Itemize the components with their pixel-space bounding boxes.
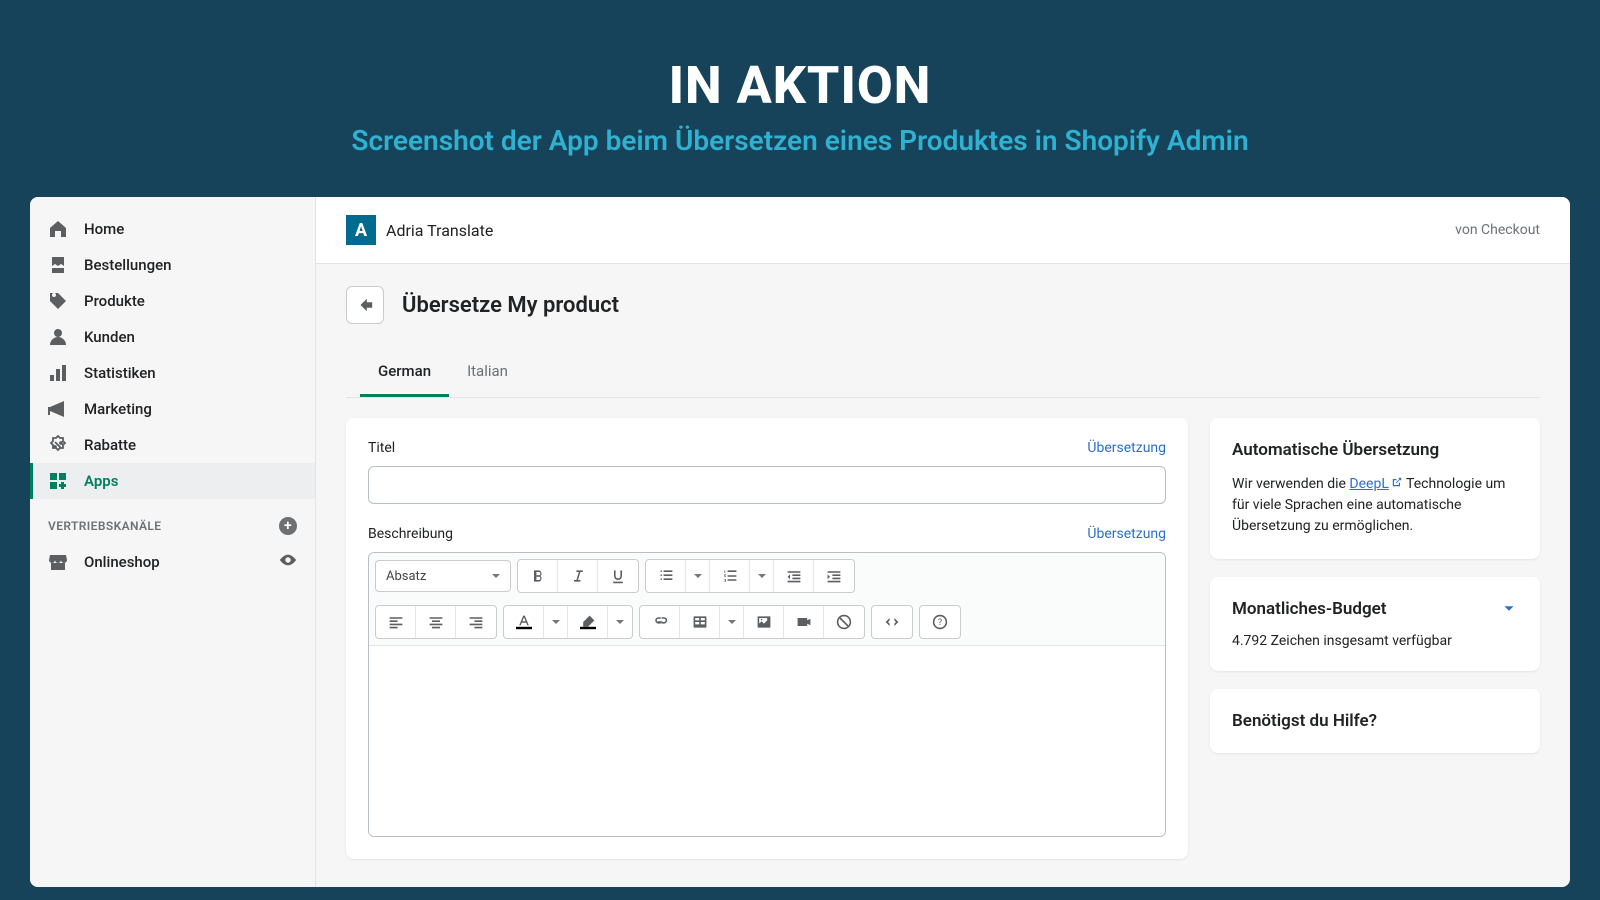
format-select[interactable]: Absatz (375, 560, 511, 592)
nav-products[interactable]: Produkte (30, 283, 315, 319)
language-tabs: German Italian (346, 348, 1540, 398)
nav-label: Rabatte (84, 436, 136, 454)
budget-text: 4.792 Zeichen insgesamt verfügbar (1232, 633, 1518, 649)
italic-button[interactable] (558, 560, 598, 592)
code-view-button[interactable] (872, 606, 912, 638)
nav-label: Produkte (84, 292, 145, 310)
deepl-link[interactable]: DeepL (1349, 476, 1402, 492)
store-icon (48, 552, 68, 572)
nav-discounts[interactable]: Rabatte (30, 427, 315, 463)
sidebar: Home Bestellungen Produkte Kunden Statis… (30, 197, 316, 887)
outdent-button[interactable] (774, 560, 814, 592)
nav-marketing[interactable]: Marketing (30, 391, 315, 427)
nav-apps[interactable]: Apps (30, 463, 315, 499)
apps-icon (48, 471, 68, 491)
rich-text-editor: Absatz (368, 552, 1166, 837)
discount-icon (48, 435, 68, 455)
svg-text:?: ? (938, 618, 942, 628)
align-left-button[interactable] (376, 606, 416, 638)
translate-description-link[interactable]: Übersetzung (1087, 526, 1166, 542)
nav-home[interactable]: Home (30, 211, 315, 247)
chevron-down-icon (1500, 600, 1518, 618)
video-button[interactable] (784, 606, 824, 638)
description-field-label: Beschreibung (368, 526, 453, 542)
app-name: Adria Translate (386, 221, 493, 240)
rte-content[interactable] (369, 646, 1165, 836)
clear-format-button[interactable] (824, 606, 864, 638)
align-center-button[interactable] (416, 606, 456, 638)
ol-button[interactable] (710, 560, 750, 592)
image-button[interactable] (744, 606, 784, 638)
hero-title: IN AKTION (0, 55, 1600, 116)
app-from: von Checkout (1455, 222, 1540, 238)
bg-color-button[interactable] (568, 606, 608, 638)
nav-label: Marketing (84, 400, 152, 418)
view-icon[interactable] (279, 551, 297, 573)
main-content: A Adria Translate von Checkout Übersetze… (316, 197, 1570, 887)
translate-title-link[interactable]: Übersetzung (1087, 440, 1166, 456)
auto-translation-text: Wir verwenden die DeepL Technologie um f… (1232, 474, 1518, 537)
orders-icon (48, 255, 68, 275)
nav-orders[interactable]: Bestellungen (30, 247, 315, 283)
megaphone-icon (48, 399, 68, 419)
auto-translation-card: Automatische Übersetzung Wir verwenden d… (1210, 418, 1540, 559)
bg-color-dropdown[interactable] (608, 606, 632, 638)
channels-header: VERTRIEBSKANÄLE + (30, 499, 315, 543)
title-input[interactable] (368, 466, 1166, 504)
channel-onlineshop[interactable]: Onlineshop (30, 543, 315, 581)
person-icon (48, 327, 68, 347)
nav-customers[interactable]: Kunden (30, 319, 315, 355)
nav-label: Statistiken (84, 364, 156, 382)
tag-icon (48, 291, 68, 311)
help-button[interactable]: ? (920, 606, 960, 638)
ul-button[interactable] (646, 560, 686, 592)
add-channel-button[interactable]: + (279, 517, 297, 535)
budget-card: Monatliches-Budget 4.792 Zeichen insgesa… (1210, 577, 1540, 671)
table-dropdown[interactable] (720, 606, 744, 638)
table-button[interactable] (680, 606, 720, 638)
channel-label: Onlineshop (84, 553, 160, 571)
title-field-label: Titel (368, 440, 395, 456)
indent-button[interactable] (814, 560, 854, 592)
hero-banner: IN AKTION Screenshot der App beim Überse… (0, 0, 1600, 197)
bold-button[interactable] (518, 560, 558, 592)
text-color-dropdown[interactable] (544, 606, 568, 638)
tab-italian[interactable]: Italian (449, 348, 526, 397)
nav-analytics[interactable]: Statistiken (30, 355, 315, 391)
arrow-left-icon (356, 296, 374, 314)
home-icon (48, 219, 68, 239)
help-title: Benötigst du Hilfe? (1232, 711, 1518, 731)
app-header: A Adria Translate von Checkout (316, 197, 1570, 264)
nav-label: Kunden (84, 328, 135, 346)
text-color-button[interactable] (504, 606, 544, 638)
nav-label: Home (84, 220, 124, 238)
rte-toolbar: Absatz (369, 553, 1165, 646)
link-button[interactable] (640, 606, 680, 638)
budget-toggle[interactable]: Monatliches-Budget (1232, 599, 1518, 619)
auto-translation-title: Automatische Übersetzung (1232, 440, 1518, 460)
chart-icon (48, 363, 68, 383)
back-button[interactable] (346, 286, 384, 324)
underline-button[interactable] (598, 560, 638, 592)
ul-dropdown[interactable] (686, 560, 710, 592)
align-right-button[interactable] (456, 606, 496, 638)
translation-form-card: Titel Übersetzung Beschreibung Übersetzu… (346, 418, 1188, 859)
hero-subtitle: Screenshot der App beim Übersetzen eines… (0, 124, 1600, 157)
external-link-icon (1391, 474, 1403, 495)
app-logo: A (346, 215, 376, 245)
page-title: Übersetze My product (402, 293, 619, 318)
nav-label: Apps (84, 472, 118, 490)
help-card: Benötigst du Hilfe? (1210, 689, 1540, 753)
ol-dropdown[interactable] (750, 560, 774, 592)
tab-german[interactable]: German (360, 348, 449, 397)
app-window: Home Bestellungen Produkte Kunden Statis… (30, 197, 1570, 887)
nav-label: Bestellungen (84, 256, 171, 274)
